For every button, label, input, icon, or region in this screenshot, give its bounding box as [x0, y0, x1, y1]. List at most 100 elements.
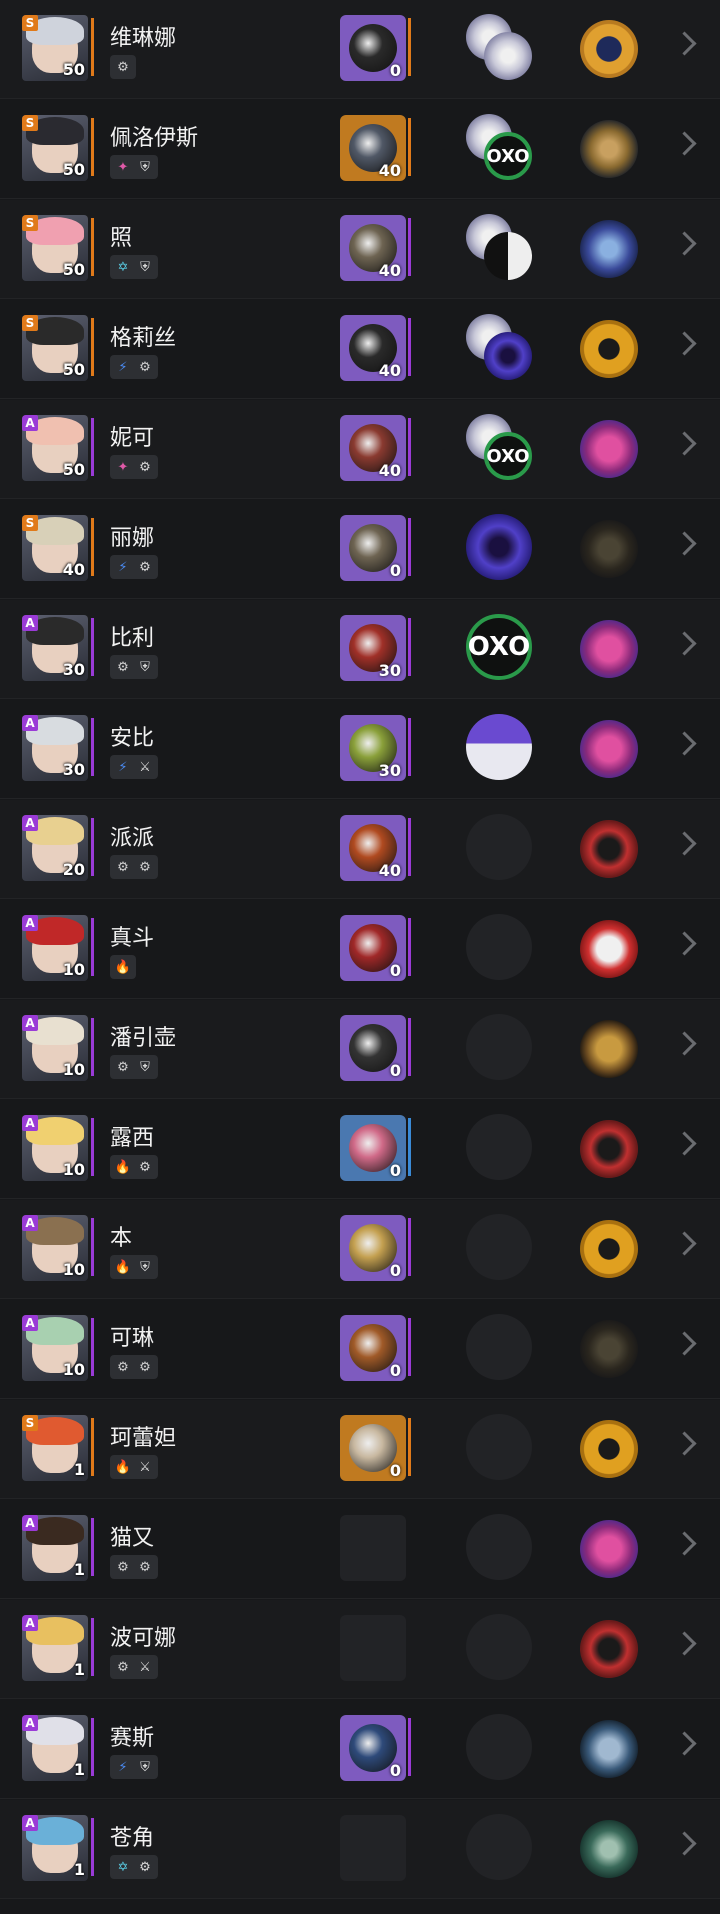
w-engine-level: 30 — [378, 761, 401, 780]
w-engine-slot[interactable]: 0 — [340, 1215, 406, 1281]
physical-icon: ⚙ — [117, 1559, 129, 1575]
rank-badge: A — [22, 815, 38, 831]
chevron-right-icon[interactable] — [672, 431, 697, 456]
chevron-right-icon[interactable] — [672, 1631, 697, 1656]
w-engine-slot[interactable]: 0 — [340, 915, 406, 981]
w-engine-slot[interactable]: 0 — [340, 15, 406, 81]
agent-row[interactable]: A 30 比利 ⚙ ⛨ 30 OXO — [0, 600, 720, 699]
chevron-right-icon[interactable] — [672, 1831, 697, 1856]
w-engine-slot[interactable]: 0 — [340, 1415, 406, 1481]
agent-name: 照 — [110, 226, 133, 251]
chevron-right-icon[interactable] — [672, 1331, 697, 1356]
rank-bar — [91, 618, 94, 676]
agent-level: 10 — [62, 1360, 85, 1379]
agent-name: 本 — [110, 1226, 133, 1251]
agent-tags: ⚙ — [110, 55, 136, 79]
chevron-right-icon[interactable] — [672, 1231, 697, 1256]
physical-icon: ⚙ — [139, 1359, 151, 1375]
agent-name: 可琳 — [110, 1326, 155, 1351]
agent-row[interactable]: S 40 丽娜 ⚡ ⚙ 0 — [0, 500, 720, 599]
faction-logo — [580, 1820, 638, 1878]
agent-level: 1 — [73, 1660, 85, 1679]
agent-tags: ⚙ ⛨ — [110, 1055, 158, 1079]
defense-icon: ⛨ — [140, 1759, 150, 1775]
agent-row[interactable]: A 1 苍角 ✡ ⚙ — [0, 1800, 720, 1899]
w-engine-level: 30 — [378, 661, 401, 680]
chevron-right-icon[interactable] — [672, 1031, 697, 1056]
rank-badge: A — [22, 1215, 38, 1231]
chevron-right-icon[interactable] — [672, 331, 697, 356]
agent-portrait: A 10 — [22, 1215, 88, 1281]
rank-badge: S — [22, 215, 38, 231]
agent-name: 格莉丝 — [110, 326, 177, 351]
w-engine-level: 40 — [378, 861, 401, 880]
agent-row[interactable]: A 10 真斗 🔥 0 — [0, 900, 720, 999]
w-engine-slot[interactable]: 0 — [340, 515, 406, 581]
w-engine-slot[interactable]: 40 — [340, 815, 406, 881]
rank-bar — [91, 818, 94, 876]
support-icon: ⚙ — [139, 1859, 151, 1875]
agent-row[interactable]: S 50 佩洛伊斯 ✦ ⛨ 40 OXO — [0, 100, 720, 199]
agent-row[interactable]: A 10 潘引壶 ⚙ ⛨ 0 — [0, 1000, 720, 1099]
faction-logo — [580, 320, 638, 378]
agent-row[interactable]: A 10 可琳 ⚙ ⚙ 0 — [0, 1300, 720, 1399]
rank-badge: A — [22, 1715, 38, 1731]
w-engine-slot[interactable]: 0 — [340, 1115, 406, 1181]
w-engine-slot-empty[interactable] — [340, 1615, 406, 1681]
w-engine-slot[interactable]: 40 — [340, 115, 406, 181]
chevron-right-icon[interactable] — [672, 831, 697, 856]
agent-row[interactable]: S 50 格莉丝 ⚡ ⚙ 40 — [0, 300, 720, 399]
rank-bar — [91, 18, 94, 76]
w-engine-level: 0 — [389, 561, 401, 580]
rank-bar — [91, 1118, 94, 1176]
agent-row[interactable]: A 1 猫又 ⚙ ⚙ — [0, 1500, 720, 1599]
fire-icon: 🔥 — [114, 959, 132, 975]
agent-portrait: A1 — [22, 1515, 88, 1581]
chevron-right-icon[interactable] — [672, 531, 697, 556]
chevron-right-icon[interactable] — [672, 631, 697, 656]
agent-level: 30 — [62, 660, 85, 679]
w-engine-slot[interactable]: 0 — [340, 1315, 406, 1381]
agent-row[interactable]: S 50 维琳娜 ⚙ 0 — [0, 0, 720, 99]
agent-row[interactable]: A 1 赛斯 ⚡ ⛨ 0 — [0, 1700, 720, 1799]
w-engine-slot-empty[interactable] — [340, 1815, 406, 1881]
w-engine-level: 0 — [389, 1361, 401, 1380]
w-engine-slot[interactable]: 30 — [340, 615, 406, 681]
w-engine-rank-bar — [408, 118, 411, 176]
agent-portrait: S 40 — [22, 515, 88, 581]
chevron-right-icon[interactable] — [672, 1531, 697, 1556]
chevron-right-icon[interactable] — [672, 731, 697, 756]
attack-icon: ⚔ — [139, 1659, 151, 1675]
chevron-right-icon[interactable] — [672, 1131, 697, 1156]
agent-row[interactable]: A 30 安比 ⚡ ⚔ 30 — [0, 700, 720, 799]
w-engine-slot[interactable]: 40 — [340, 315, 406, 381]
w-engine-slot[interactable]: 40 — [340, 215, 406, 281]
agent-row[interactable]: A 20 派派 ⚙ ⚙ 40 — [0, 800, 720, 899]
chevron-right-icon[interactable] — [672, 131, 697, 156]
agent-name: 露西 — [110, 1126, 155, 1151]
w-engine-slot[interactable]: 0 — [340, 1715, 406, 1781]
agent-row[interactable]: A 10 本 🔥 ⛨ 0 — [0, 1200, 720, 1299]
chevron-right-icon[interactable] — [672, 1731, 697, 1756]
drive-disc-oxo-icon: OXO — [466, 614, 532, 680]
w-engine-slot-empty[interactable] — [340, 1515, 406, 1581]
agent-row[interactable]: S 1 珂蕾妲 🔥 ⚔ 0 — [0, 1400, 720, 1499]
w-engine-rank-bar — [408, 618, 411, 676]
agent-tags: ⚡ ⛨ — [110, 1755, 158, 1779]
fire-icon: 🔥 — [114, 1259, 132, 1275]
agent-row[interactable]: S 50 照 ✡ ⛨ 40 — [0, 200, 720, 299]
agent-list: S 50 维琳娜 ⚙ 0 S 50 佩洛伊斯 ✦ ⛨ 40 OXO S 50 照 ✡ ⛨ 40 S 50 格莉丝 ⚡ ⚙ 40… — [0, 0, 720, 1914]
chevron-right-icon[interactable] — [672, 1431, 697, 1456]
w-engine-slot[interactable]: 40 — [340, 415, 406, 481]
agent-row[interactable]: A 10 露西 🔥 ⚙ 0 — [0, 1100, 720, 1199]
w-engine-slot[interactable]: 30 — [340, 715, 406, 781]
chevron-right-icon[interactable] — [672, 231, 697, 256]
agent-portrait: A 10 — [22, 915, 88, 981]
defense-icon: ⛨ — [140, 159, 150, 175]
drive-disc-empty — [466, 1614, 532, 1680]
agent-row[interactable]: A 50 妮可 ✦ ⚙ 40 OXO — [0, 400, 720, 499]
agent-row[interactable]: A 1 波可娜 ⚙ ⚔ — [0, 1600, 720, 1699]
chevron-right-icon[interactable] — [672, 31, 697, 56]
w-engine-slot[interactable]: 0 — [340, 1015, 406, 1081]
chevron-right-icon[interactable] — [672, 931, 697, 956]
